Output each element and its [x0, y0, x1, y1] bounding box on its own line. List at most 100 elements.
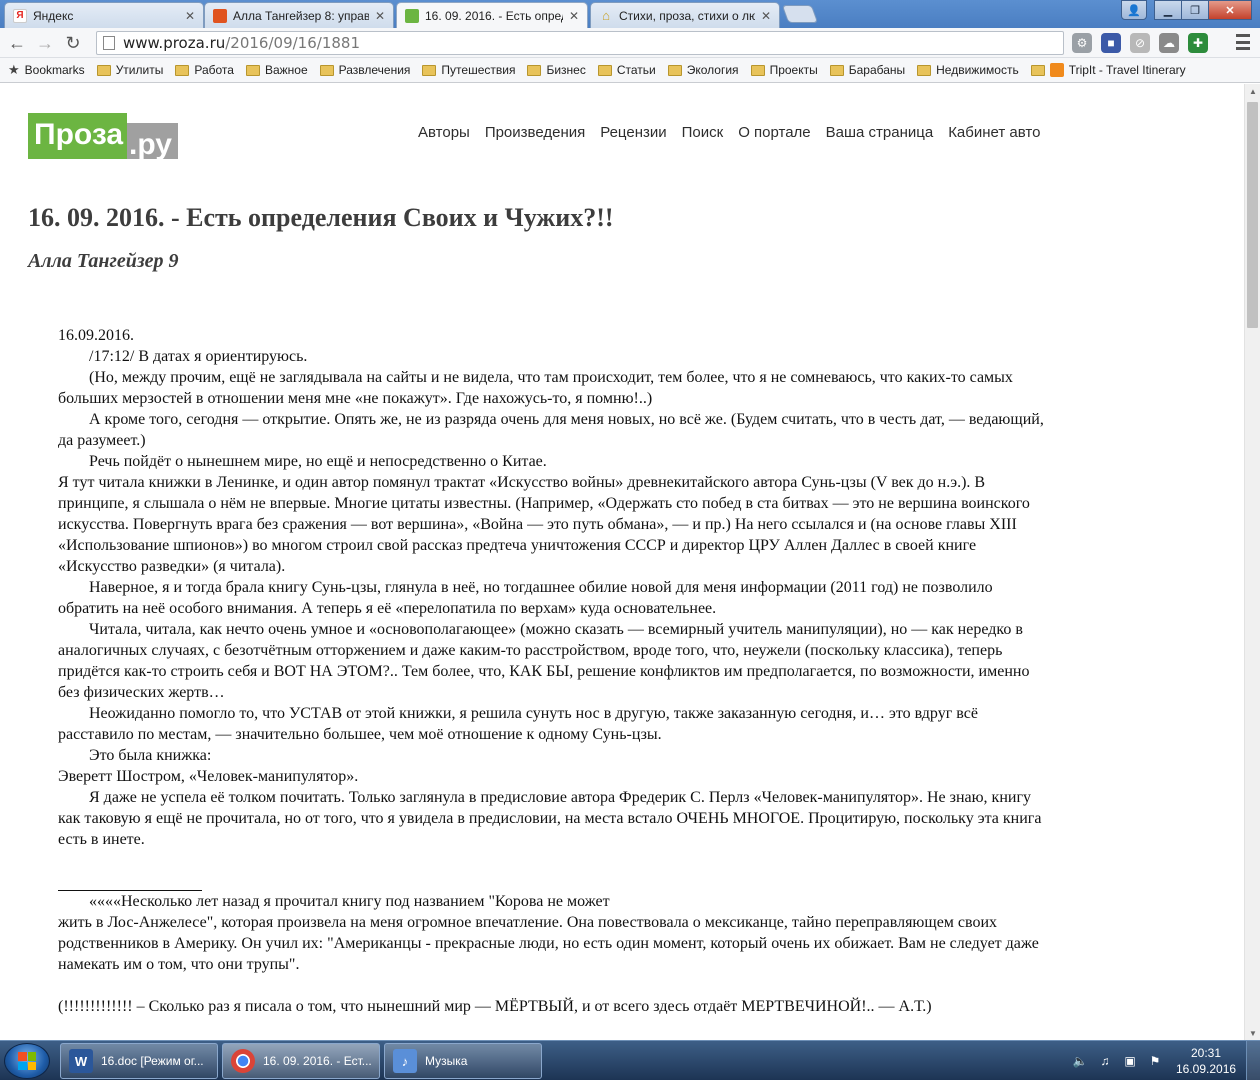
paragraph: Речь пойдёт о нынешнем мире, но ещё и не…: [89, 453, 547, 470]
block-extension-icon[interactable]: ⊘: [1130, 33, 1150, 53]
folder-icon: [1030, 64, 1045, 76]
nav-authors[interactable]: Авторы: [418, 124, 470, 141]
url-host: www.proza.ru: [123, 34, 226, 52]
bookmark-label: Важное: [264, 63, 308, 77]
bookmark-label: Путешествия: [441, 63, 516, 77]
bookmark-label: Статьи: [616, 63, 656, 77]
maximize-button[interactable]: ❐: [1181, 0, 1209, 20]
logo-part-2: .ру: [127, 123, 178, 161]
color-extension-icon[interactable]: ■: [1101, 33, 1121, 53]
quote-text: жить в Лос-Анжелесе", которая произвела …: [58, 914, 1039, 973]
taskbar-label: 16.doc [Режим ог...: [101, 1054, 204, 1068]
address-bar[interactable]: www.proza.ru /2016/09/16/1881: [96, 31, 1064, 55]
speaker-muted-icon[interactable]: 🔈: [1072, 1053, 1088, 1069]
tab-author-page[interactable]: Алла Тангейзер 8: управ ✕: [204, 2, 394, 28]
scrollbar-thumb[interactable]: [1247, 102, 1258, 328]
paragraph: А кроме того, сегодня — открытие. Опять …: [58, 411, 1044, 449]
star-icon: ★: [8, 62, 20, 77]
close-icon[interactable]: ✕: [569, 9, 579, 23]
tab-stihi[interactable]: ⌂ Стихи, проза, стихи о лю ✕: [590, 2, 780, 28]
bookmark-label: Работа: [194, 63, 234, 77]
puzzle-extension-icon[interactable]: ✚: [1188, 33, 1208, 53]
scroll-down-icon[interactable]: ▼: [1245, 1026, 1260, 1040]
bookmark-folder[interactable]: TripIt - Travel Itinerary: [1030, 63, 1186, 77]
author-comment: (!!!!!!!!!!!!! – Сколько раз я писала о …: [58, 998, 932, 1015]
close-window-button[interactable]: ✕: [1208, 0, 1252, 20]
tab-title: Алла Тангейзер 8: управ: [233, 8, 369, 23]
windows-logo-icon: [18, 1052, 36, 1070]
bookmark-folder[interactable]: Статьи: [597, 63, 656, 77]
tab-article[interactable]: 16. 09. 2016. - Есть опред ✕: [396, 2, 588, 29]
bookmark-folder[interactable]: Работа: [175, 63, 234, 77]
reload-icon[interactable]: ↻: [62, 33, 84, 53]
bookmark-folder[interactable]: Утилиты: [96, 63, 164, 77]
taskbar-label: 16. 09. 2016. - Ест...: [263, 1054, 372, 1068]
nav-reviews[interactable]: Рецензии: [600, 124, 666, 141]
close-icon[interactable]: ✕: [761, 9, 771, 23]
tab-yandex[interactable]: Я Яндекс ✕: [4, 2, 204, 28]
bookmark-folder[interactable]: Недвижимость: [917, 63, 1019, 77]
logo-part-1: Проза: [28, 113, 128, 159]
scroll-up-icon[interactable]: ▲: [1245, 84, 1260, 98]
network-icon[interactable]: ⚑: [1147, 1053, 1163, 1069]
nav-your-page[interactable]: Ваша страница: [826, 124, 934, 141]
nav-search[interactable]: Поиск: [682, 124, 724, 141]
tab-title: Яндекс: [33, 8, 74, 23]
bookmark-label: Bookmarks: [24, 63, 85, 77]
bookmark-label: Утилиты: [115, 63, 164, 77]
folder-icon: [667, 64, 682, 76]
bookmark-folder[interactable]: Бизнес: [527, 63, 586, 77]
close-icon[interactable]: ✕: [375, 9, 385, 23]
minimize-button[interactable]: ▁: [1154, 0, 1182, 20]
bookmark-label: Экология: [686, 63, 739, 77]
bookmark-label: Барабаны: [848, 63, 906, 77]
bookmark-folder[interactable]: Развлечения: [319, 63, 411, 77]
taskbar-item-word[interactable]: W 16.doc [Режим ог...: [60, 1043, 218, 1079]
back-icon[interactable]: ←: [6, 33, 28, 53]
nav-works[interactable]: Произведения: [485, 124, 585, 141]
bookmark-folder[interactable]: Проекты: [750, 63, 818, 77]
proza-icon: [405, 9, 419, 23]
tab-title: Стихи, проза, стихи о лю: [619, 8, 755, 23]
taskbar-item-chrome[interactable]: 16. 09. 2016. - Ест...: [222, 1043, 380, 1079]
folder-icon: [527, 64, 542, 76]
menu-icon[interactable]: [1236, 34, 1250, 50]
article-title: 16. 09. 2016. - Есть определения Своих и…: [28, 203, 614, 232]
forward-icon[interactable]: →: [34, 33, 56, 53]
folder-icon: [597, 64, 612, 76]
clock-date: 16.09.2016: [1176, 1062, 1237, 1076]
show-desktop-button[interactable]: [1246, 1041, 1260, 1080]
clock-time: 20:31: [1190, 1046, 1222, 1060]
bookmark-label: Недвижимость: [936, 63, 1019, 77]
bookmark-folder[interactable]: Барабаны: [829, 63, 906, 77]
cloud-extension-icon[interactable]: ☁: [1159, 33, 1179, 53]
article-body: 16.09.2016. /17:12/ В датах я ориентирую…: [58, 325, 1048, 1017]
site-logo[interactable]: Проза .ру: [28, 113, 178, 161]
paragraph: Неожиданно помогло то, что УСТАВ от этой…: [58, 705, 978, 743]
nav-cabinet[interactable]: Кабинет авто: [948, 124, 1040, 141]
taskbar-item-music[interactable]: ♪ Музыка: [384, 1043, 542, 1079]
paragraph: Эверетт Шостром, «Человек-манипулятор».: [58, 768, 359, 785]
proza-author-icon: [213, 8, 227, 23]
yandex-icon: Я: [13, 8, 27, 23]
bookmarks-menu[interactable]: ★ Bookmarks: [8, 62, 85, 78]
monitor-icon[interactable]: ▣: [1122, 1053, 1138, 1069]
volume-icon[interactable]: ♫: [1097, 1053, 1113, 1069]
nav-about[interactable]: О портале: [738, 124, 810, 141]
start-button[interactable]: [4, 1043, 50, 1079]
paragraph: Это была книжка:: [89, 747, 212, 764]
paragraph: Я даже не успела её толком почитать. Тол…: [58, 789, 1042, 848]
article-author[interactable]: Алла Тангейзер 9: [28, 250, 179, 273]
clock[interactable]: 20:31 16.09.2016: [1176, 1045, 1236, 1077]
gear-extension-icon[interactable]: ⚙: [1072, 33, 1092, 53]
bookmark-folder[interactable]: Экология: [667, 63, 739, 77]
windows-taskbar: W 16.doc [Режим ог... 16. 09. 2016. - Ес…: [0, 1040, 1260, 1080]
bookmark-folder[interactable]: Важное: [245, 63, 308, 77]
chrome-icon: [231, 1049, 255, 1073]
bookmark-folder[interactable]: Путешествия: [422, 63, 515, 77]
new-tab-button[interactable]: [781, 5, 819, 23]
bookmark-label: Развлечения: [338, 63, 411, 77]
close-icon[interactable]: ✕: [185, 9, 195, 23]
profile-icon[interactable]: 👤: [1121, 0, 1147, 20]
page-scrollbar[interactable]: ▲ ▼: [1244, 84, 1260, 1040]
